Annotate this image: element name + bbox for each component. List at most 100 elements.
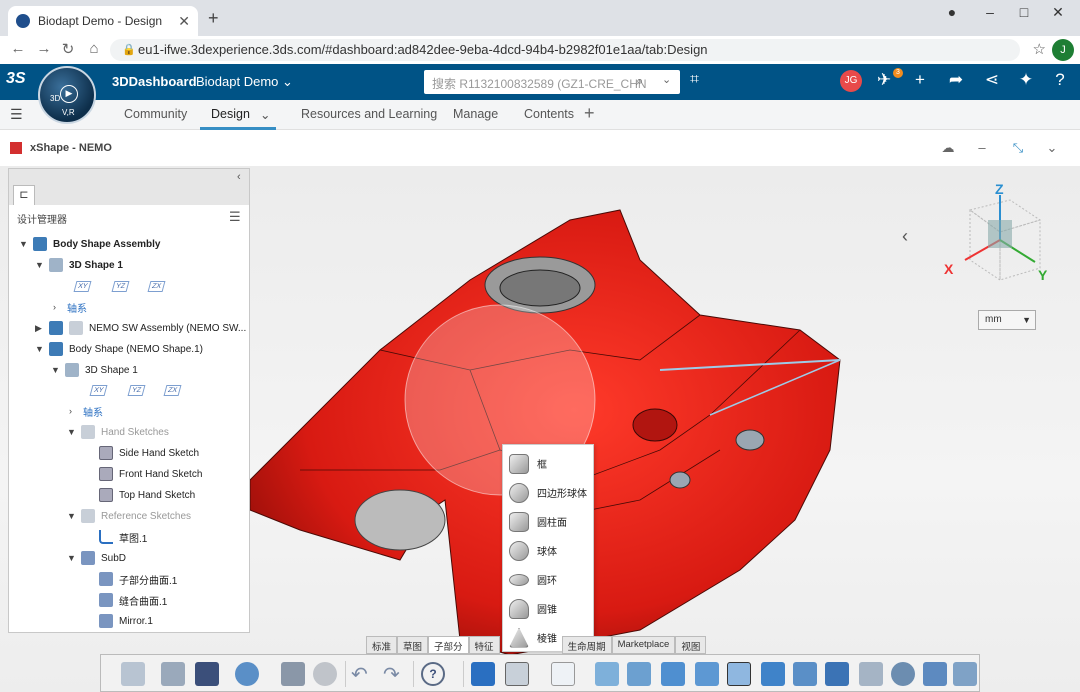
tree-node[interactable]: ▼ Body Shape (NEMO Shape.1) (35, 339, 203, 359)
panel-expand-chevron-icon[interactable]: ‹ (902, 226, 908, 247)
tab-standard[interactable]: 标准 (366, 636, 398, 654)
extrude-icon[interactable] (595, 662, 619, 686)
compass-icon[interactable]: 3D ▶ V,R (38, 66, 96, 124)
new-shape-icon[interactable] (121, 662, 145, 686)
side-menu-icon[interactable]: ☰ (10, 106, 23, 123)
xy-plane-icon[interactable]: XY (89, 385, 108, 396)
zx-plane-icon[interactable]: ZX (147, 281, 166, 292)
plane-icon[interactable] (695, 662, 719, 686)
expand-arrow-icon[interactable]: › (53, 302, 67, 312)
zx-plane-icon[interactable]: ZX (163, 385, 182, 396)
profile-indicator-icon[interactable]: ● (940, 4, 964, 20)
expand-arrow-icon[interactable]: ▼ (35, 260, 49, 270)
add-tab-icon[interactable]: + (584, 103, 595, 124)
apps-icon[interactable]: ✦ (1014, 70, 1038, 90)
account-avatar[interactable]: J (1052, 39, 1074, 61)
user-avatar[interactable]: JG (840, 70, 862, 92)
tag-icon[interactable]: ⌗ (690, 71, 699, 89)
cylinder-primitive-icon[interactable] (505, 662, 529, 686)
tree-node[interactable]: ▼ 3D Shape 1 (51, 360, 138, 380)
tab-contents[interactable]: Contents (524, 107, 574, 121)
face-icon[interactable] (661, 662, 685, 686)
forward-arrow-icon[interactable]: → (34, 40, 54, 57)
expand-arrow-icon[interactable]: ▼ (35, 344, 49, 354)
tree-node[interactable]: Side Hand Sketch (99, 443, 199, 463)
open-shape-icon[interactable] (161, 662, 185, 686)
undo-icon[interactable]: ↶ (351, 662, 375, 686)
redo-icon[interactable]: ↷ (383, 662, 407, 686)
expand-arrow-icon[interactable]: ▼ (67, 511, 81, 521)
share-arrow-icon[interactable]: ➦ (944, 70, 968, 90)
sweep-icon[interactable] (923, 662, 947, 686)
network-share-icon[interactable]: ⋖ (980, 70, 1004, 90)
subd-surface-icon[interactable] (471, 662, 495, 686)
expand-arrow-icon[interactable]: ▼ (67, 427, 81, 437)
bookmark-star-icon[interactable]: ☆ (1033, 40, 1046, 58)
reload-icon[interactable]: ↻ (58, 40, 78, 58)
xy-plane-icon[interactable]: XY (73, 281, 92, 292)
tab-community[interactable]: Community (124, 107, 187, 121)
save-icon[interactable] (195, 662, 219, 686)
yz-plane-icon[interactable]: YZ (127, 385, 146, 396)
tree-node[interactable]: › 轴系 (53, 297, 87, 317)
view-orientation-cube[interactable]: Z X Y (940, 180, 1060, 290)
tree-node[interactable]: ▼ Body Shape Assembly (19, 234, 160, 254)
grid-icon[interactable] (551, 662, 575, 686)
expand-arrow-icon[interactable]: › (69, 406, 83, 416)
new-tab-button[interactable]: + (208, 8, 219, 29)
close-window-button[interactable]: ✕ (1046, 4, 1070, 21)
tree-node[interactable]: ▶ NEMO SW Assembly (NEMO SW... (35, 318, 246, 338)
tree-node[interactable]: ▼ 3D Shape 1 (35, 255, 123, 275)
cube-icon[interactable] (793, 662, 817, 686)
menu-item-quad-sphere[interactable]: 四边形球体 (503, 478, 595, 507)
curve-icon[interactable] (627, 662, 651, 686)
bounding-box-icon[interactable] (727, 662, 751, 686)
dashboard-selector[interactable]: Biodapt Demo ⌄ (196, 74, 293, 90)
expand-arrow-icon[interactable]: ▶ (35, 323, 49, 334)
tree-node[interactable]: ▼ Reference Sketches (67, 506, 191, 526)
url-input[interactable]: 🔒 eu1-ifwe.3dexperience.3ds.com/#dashboa… (110, 39, 1020, 61)
close-tab-icon[interactable]: ✕ (178, 13, 190, 30)
minimize-button[interactable]: – (978, 4, 1002, 20)
tree-node[interactable]: Front Hand Sketch (99, 464, 202, 484)
play-icon[interactable]: ▶ (60, 85, 78, 103)
tab-features[interactable]: 特征 (468, 636, 500, 654)
tab-resources-and-learning[interactable]: Resources and Learning (301, 107, 437, 121)
expand-arrow-icon[interactable]: ▼ (67, 553, 81, 563)
tab-manage[interactable]: Manage (453, 107, 498, 121)
tree-node[interactable]: 缝合曲面.1 (99, 590, 167, 610)
delete-cube-icon[interactable] (825, 662, 849, 686)
tab-design-dropdown-icon[interactable]: ⌄ (260, 107, 270, 122)
tab-subdivision[interactable]: 子部分 (428, 636, 469, 654)
tree-menu-icon[interactable]: ☰ (229, 209, 241, 225)
menu-item-sphere[interactable]: 球体 (503, 536, 595, 565)
collapse-arrows-icon[interactable]: ⤡ (1008, 140, 1028, 156)
menu-item-cone[interactable]: 圆锥 (503, 594, 595, 623)
yz-plane-icon[interactable]: YZ (111, 281, 130, 292)
help-icon[interactable]: ? (421, 662, 445, 686)
expand-arrow-icon[interactable]: ▼ (51, 365, 65, 375)
tree-node[interactable]: Mirror.1 (99, 611, 153, 631)
collapse-panel-icon[interactable]: ‹ (237, 171, 241, 183)
tree-node[interactable]: 子部分曲面.1 (99, 569, 177, 589)
menu-item-torus[interactable]: 圆环 (503, 565, 595, 594)
tree-node[interactable]: ▼ SubD (67, 548, 126, 568)
settings-gear-icon[interactable] (313, 662, 337, 686)
mirror-tool-icon[interactable] (953, 662, 977, 686)
home-icon[interactable]: ⌂ (84, 40, 104, 57)
tab-view[interactable]: 视图 (675, 636, 707, 654)
unit-selector[interactable]: mm ▼ (978, 310, 1036, 330)
tree-node[interactable]: 草图.1 (99, 527, 147, 547)
search-icon[interactable]: ⌕ (636, 73, 643, 89)
sphere-tool-icon[interactable] (891, 662, 915, 686)
tab-sketch[interactable]: 草图 (397, 636, 429, 654)
menu-item-cylinder[interactable]: 圆柱面 (503, 507, 595, 536)
tab-lifecycle[interactable]: 生命周期 (561, 636, 612, 654)
add-icon[interactable]: + (908, 70, 932, 90)
tree-tab-icon[interactable]: ⊏ (13, 185, 35, 205)
refresh-icon[interactable] (235, 662, 259, 686)
tab-design[interactable]: Design (211, 107, 250, 121)
maximize-button[interactable]: □ (1012, 4, 1036, 20)
cloud-icon[interactable]: ☁ (938, 140, 958, 156)
browser-tab[interactable]: Biodapt Demo - Design ✕ (8, 6, 198, 36)
